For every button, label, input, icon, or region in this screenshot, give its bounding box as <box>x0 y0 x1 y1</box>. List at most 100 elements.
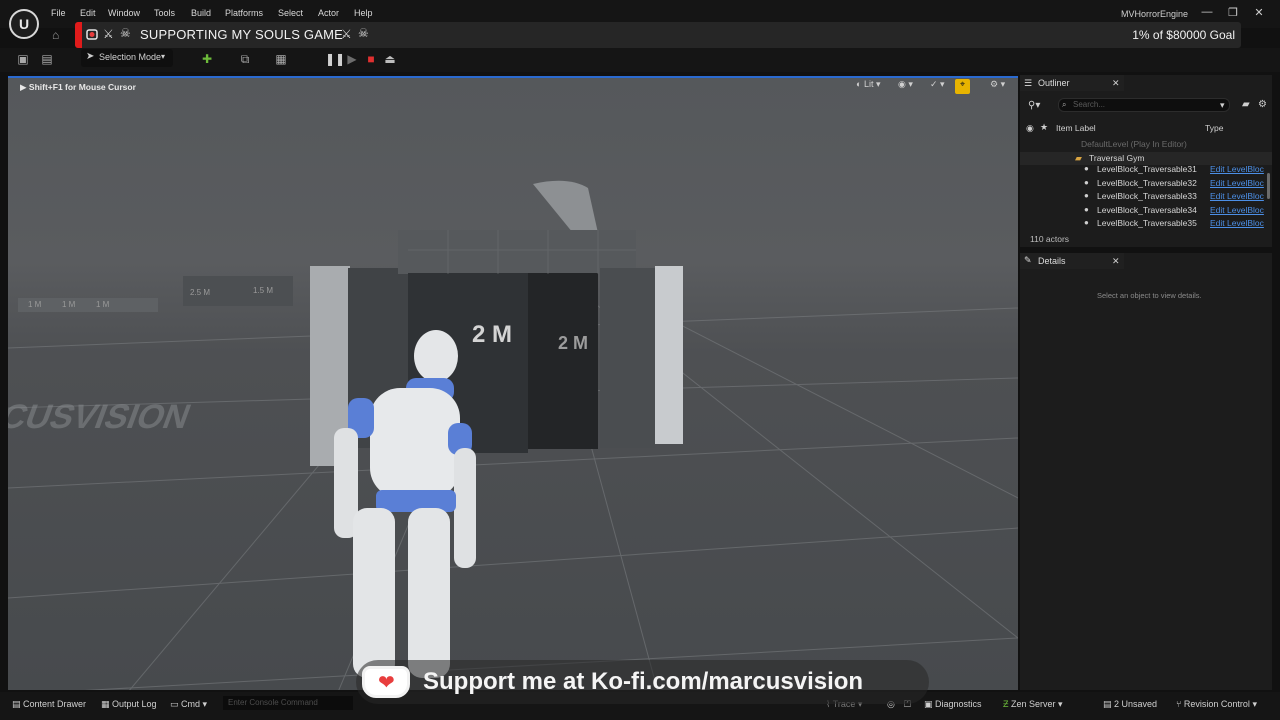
menu-platforms[interactable]: Platforms <box>225 8 263 18</box>
tree-row-levelblock-33[interactable]: ● LevelBlock_Traversable33 Edit LevelBlo… <box>1020 190 1272 203</box>
tab-details[interactable]: ✎ Details ✕ <box>1020 253 1124 269</box>
pencil-icon: ✎ <box>1024 255 1032 265</box>
tree-row-default-level[interactable]: DefaultLevel (Play In Editor) <box>1020 138 1272 151</box>
stop-icon[interactable]: ■ <box>362 51 380 67</box>
visibility-icon[interactable]: ◉ <box>1026 123 1034 134</box>
banner-goal: 1% of $80000 Goal <box>1132 28 1235 42</box>
unreal-logo-icon: U <box>9 9 39 39</box>
menu-actor[interactable]: Actor <box>318 8 339 18</box>
column-type[interactable]: Type <box>1205 123 1223 133</box>
floor-label: 1 M <box>62 300 76 309</box>
outliner-search-input[interactable]: ⌕ Search... <box>1058 98 1230 112</box>
chevron-down-icon[interactable]: ▾ <box>1220 100 1225 111</box>
filter-icon[interactable]: ⚲▾ <box>1028 100 1040 111</box>
row-label: LevelBlock_Traversable31 <box>1097 164 1197 174</box>
viewport-settings-icon[interactable]: ⚙ ▾ <box>990 79 1005 93</box>
home-icon[interactable]: ⌂ <box>52 28 66 42</box>
output-log-button[interactable]: ▦ Output Log <box>101 699 157 710</box>
tab-outliner[interactable]: ☰ Outliner ✕ <box>1020 75 1124 91</box>
revision-control-dropdown[interactable]: ⑂ Revision Control ▾ <box>1176 699 1257 710</box>
menu-edit[interactable]: Edit <box>80 8 96 18</box>
row-type-link[interactable]: Edit LevelBloc <box>1210 218 1264 228</box>
details-panel: ✎ Details ✕ Select an object to view det… <box>1020 253 1272 690</box>
menu-file[interactable]: File <box>51 8 66 18</box>
content-drawer-button[interactable]: ▤ Content Drawer <box>12 699 86 710</box>
tree-row-levelblock-35[interactable]: ● LevelBlock_Traversable35 Edit LevelBlo… <box>1020 217 1272 230</box>
unsaved-label: 2 Unsaved <box>1114 699 1158 709</box>
output-log-label: Output Log <box>112 699 157 709</box>
floor-label: 1 M <box>28 300 42 309</box>
heart-icon: ❤ <box>378 672 395 694</box>
banner-accent <box>75 22 82 48</box>
add-actor-icon[interactable]: ✚ <box>198 51 216 67</box>
close-window-button[interactable]: ✕ <box>1249 6 1269 20</box>
zen-server-dropdown[interactable]: Ƶ Zen Server ▾ <box>1003 699 1063 710</box>
content-browser-icon[interactable]: ▤ <box>38 51 56 67</box>
menu-build[interactable]: Build <box>191 8 211 18</box>
unsaved-button[interactable]: ▤ 2 Unsaved <box>1103 699 1157 710</box>
maximize-button[interactable]: ❐ <box>1223 6 1243 20</box>
actor-count: 110 actors <box>1030 234 1070 244</box>
row-type-link[interactable]: Edit LevelBloc <box>1210 205 1264 215</box>
row-label: DefaultLevel (Play In Editor) <box>1081 139 1187 149</box>
main-toolbar <box>0 48 1280 72</box>
actor-icon: ● <box>1084 191 1089 200</box>
details-empty-text: Select an object to view details. <box>1097 291 1202 300</box>
row-label: LevelBlock_Traversable32 <box>1097 178 1197 188</box>
floor-watermark: MARCUSVISION <box>8 398 196 436</box>
log-icon: ▦ <box>101 699 113 709</box>
mouse-cursor-hint-text: Shift+F1 for Mouse Cursor <box>28 82 136 92</box>
actor-icon: ● <box>1084 218 1089 227</box>
wall-label-side: 2 M <box>558 333 589 353</box>
mouse-cursor-hint: ▶ Shift+F1 for Mouse Cursor <box>20 82 136 93</box>
row-type-link[interactable]: Edit LevelBloc <box>1210 164 1264 174</box>
wall-label-front: 2 M <box>472 321 513 348</box>
row-type-link[interactable]: Edit LevelBloc <box>1210 191 1264 201</box>
lit-mode-dropdown[interactable]: ◐ Lit ▾ <box>856 79 880 93</box>
selection-mode-dropdown[interactable]: ➤ Selection Mode ▾ <box>81 49 173 67</box>
actor-icon: ● <box>1084 164 1089 173</box>
close-icon[interactable]: ✕ <box>1112 256 1120 267</box>
menu-window[interactable]: Window <box>108 8 140 18</box>
row-label: LevelBlock_Traversable35 <box>1097 218 1197 228</box>
diagnostics-label: Diagnostics <box>935 699 982 709</box>
column-item-label[interactable]: Item Label <box>1056 123 1096 133</box>
cinematics-icon[interactable]: ▦ <box>272 51 290 67</box>
pause-icon[interactable]: ❚❚ <box>325 51 345 67</box>
cmd-dropdown[interactable]: ▭ Cmd ▾ <box>170 699 207 710</box>
step-icon[interactable]: ▶ <box>343 51 361 67</box>
show-flags-dropdown[interactable]: ◉ ▾ <box>898 79 913 93</box>
tree-row-levelblock-31[interactable]: ● LevelBlock_Traversable31 Edit LevelBlo… <box>1020 163 1272 176</box>
tree-row-levelblock-32[interactable]: ● LevelBlock_Traversable32 Edit LevelBlo… <box>1020 177 1272 190</box>
gear-icon[interactable]: ⚙ <box>1258 99 1267 110</box>
save-icon[interactable]: ▣ <box>14 51 32 67</box>
row-label: LevelBlock_Traversable33 <box>1097 191 1197 201</box>
menu-select[interactable]: Select <box>278 8 303 18</box>
blueprint-icon[interactable]: ⧉ <box>236 51 254 67</box>
tree-row-levelblock-34[interactable]: ● LevelBlock_Traversable34 Edit LevelBlo… <box>1020 204 1272 217</box>
lit-label: Lit <box>863 79 874 89</box>
minimize-button[interactable]: — <box>1197 6 1217 20</box>
row-label: Traversal Gym <box>1089 153 1145 163</box>
menu-help[interactable]: Help <box>354 8 373 18</box>
curved-ramp <box>533 180 598 233</box>
unsaved-icon: ▤ <box>1103 699 1115 709</box>
star-icon[interactable]: ★ <box>1040 122 1048 133</box>
eject-icon[interactable]: ⏏ <box>381 51 399 67</box>
cursor-icon: ➤ <box>86 51 95 62</box>
console-command-input[interactable]: Enter Console Command <box>223 696 353 710</box>
add-folder-icon[interactable]: ▰ <box>1242 99 1250 110</box>
kofi-support-text: Support me at Ko-fi.com/marcusvision <box>423 668 864 695</box>
close-icon[interactable]: ✕ <box>1112 78 1120 89</box>
outliner-tab-label: Outliner <box>1038 78 1070 88</box>
list-icon: ☰ <box>1024 78 1033 88</box>
banner-title: SUPPORTING MY SOULS GAME <box>140 27 343 42</box>
level-viewport[interactable]: MARCUSVISION 2 M 2 M 1 M 1 M 1 M 2.5 M 1… <box>8 76 1018 690</box>
row-type-link[interactable]: Edit LevelBloc <box>1210 178 1264 188</box>
diagnostics-button[interactable]: ▣ Diagnostics <box>924 699 982 710</box>
search-placeholder: Search... <box>1073 100 1106 109</box>
snap-dropdown[interactable]: ✓ ▾ <box>930 79 945 93</box>
menu-tools[interactable]: Tools <box>154 8 175 18</box>
camera-speed-icon[interactable]: ⌖ <box>955 79 970 94</box>
outliner-scrollbar[interactable] <box>1267 173 1270 199</box>
